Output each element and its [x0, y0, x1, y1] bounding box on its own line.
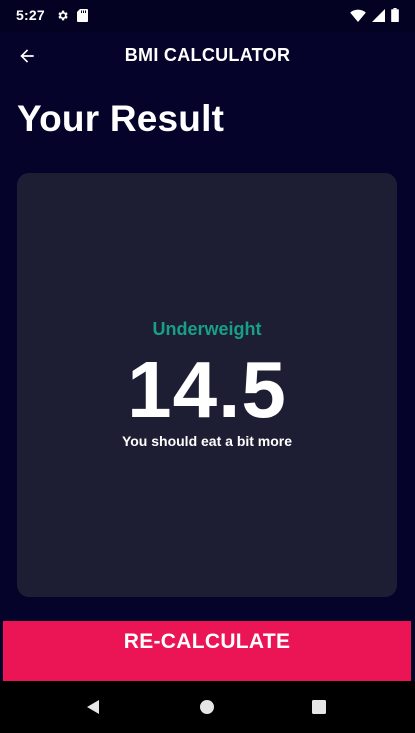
battery-icon [391, 8, 399, 27]
recents-square-icon [312, 700, 326, 714]
page-title: Your Result [17, 98, 225, 139]
bmi-advice-text: You should eat a bit more [121, 433, 293, 449]
result-card: Underweight 14.5 You should eat a bit mo… [17, 173, 397, 597]
status-left-icons [56, 9, 88, 27]
app-bar: BMI CALCULATOR [0, 32, 415, 80]
status-right-icons [350, 8, 399, 27]
home-circle-icon [200, 700, 214, 714]
screen: 5:27 BMI CALCULATOR Your Result Underwei… [0, 0, 415, 733]
nav-recents-button[interactable] [307, 695, 331, 719]
recalculate-button-label: RE-CALCULATE [123, 630, 291, 653]
back-triangle-icon [87, 700, 99, 714]
settings-icon [56, 9, 69, 27]
app-title: BMI CALCULATOR [124, 45, 291, 65]
status-time: 5:27 [16, 7, 45, 23]
wifi-icon [350, 9, 366, 27]
signal-icon [372, 8, 385, 27]
recalculate-button[interactable]: RE-CALCULATE [3, 621, 411, 681]
bmi-value: 14.5 [127, 345, 287, 434]
status-bar: 5:27 [0, 0, 415, 32]
system-nav-bar [0, 681, 415, 733]
sd-card-icon [77, 9, 88, 27]
bmi-category-label: Underweight [152, 319, 262, 339]
nav-back-button[interactable] [81, 695, 105, 719]
nav-home-button[interactable] [195, 695, 219, 719]
